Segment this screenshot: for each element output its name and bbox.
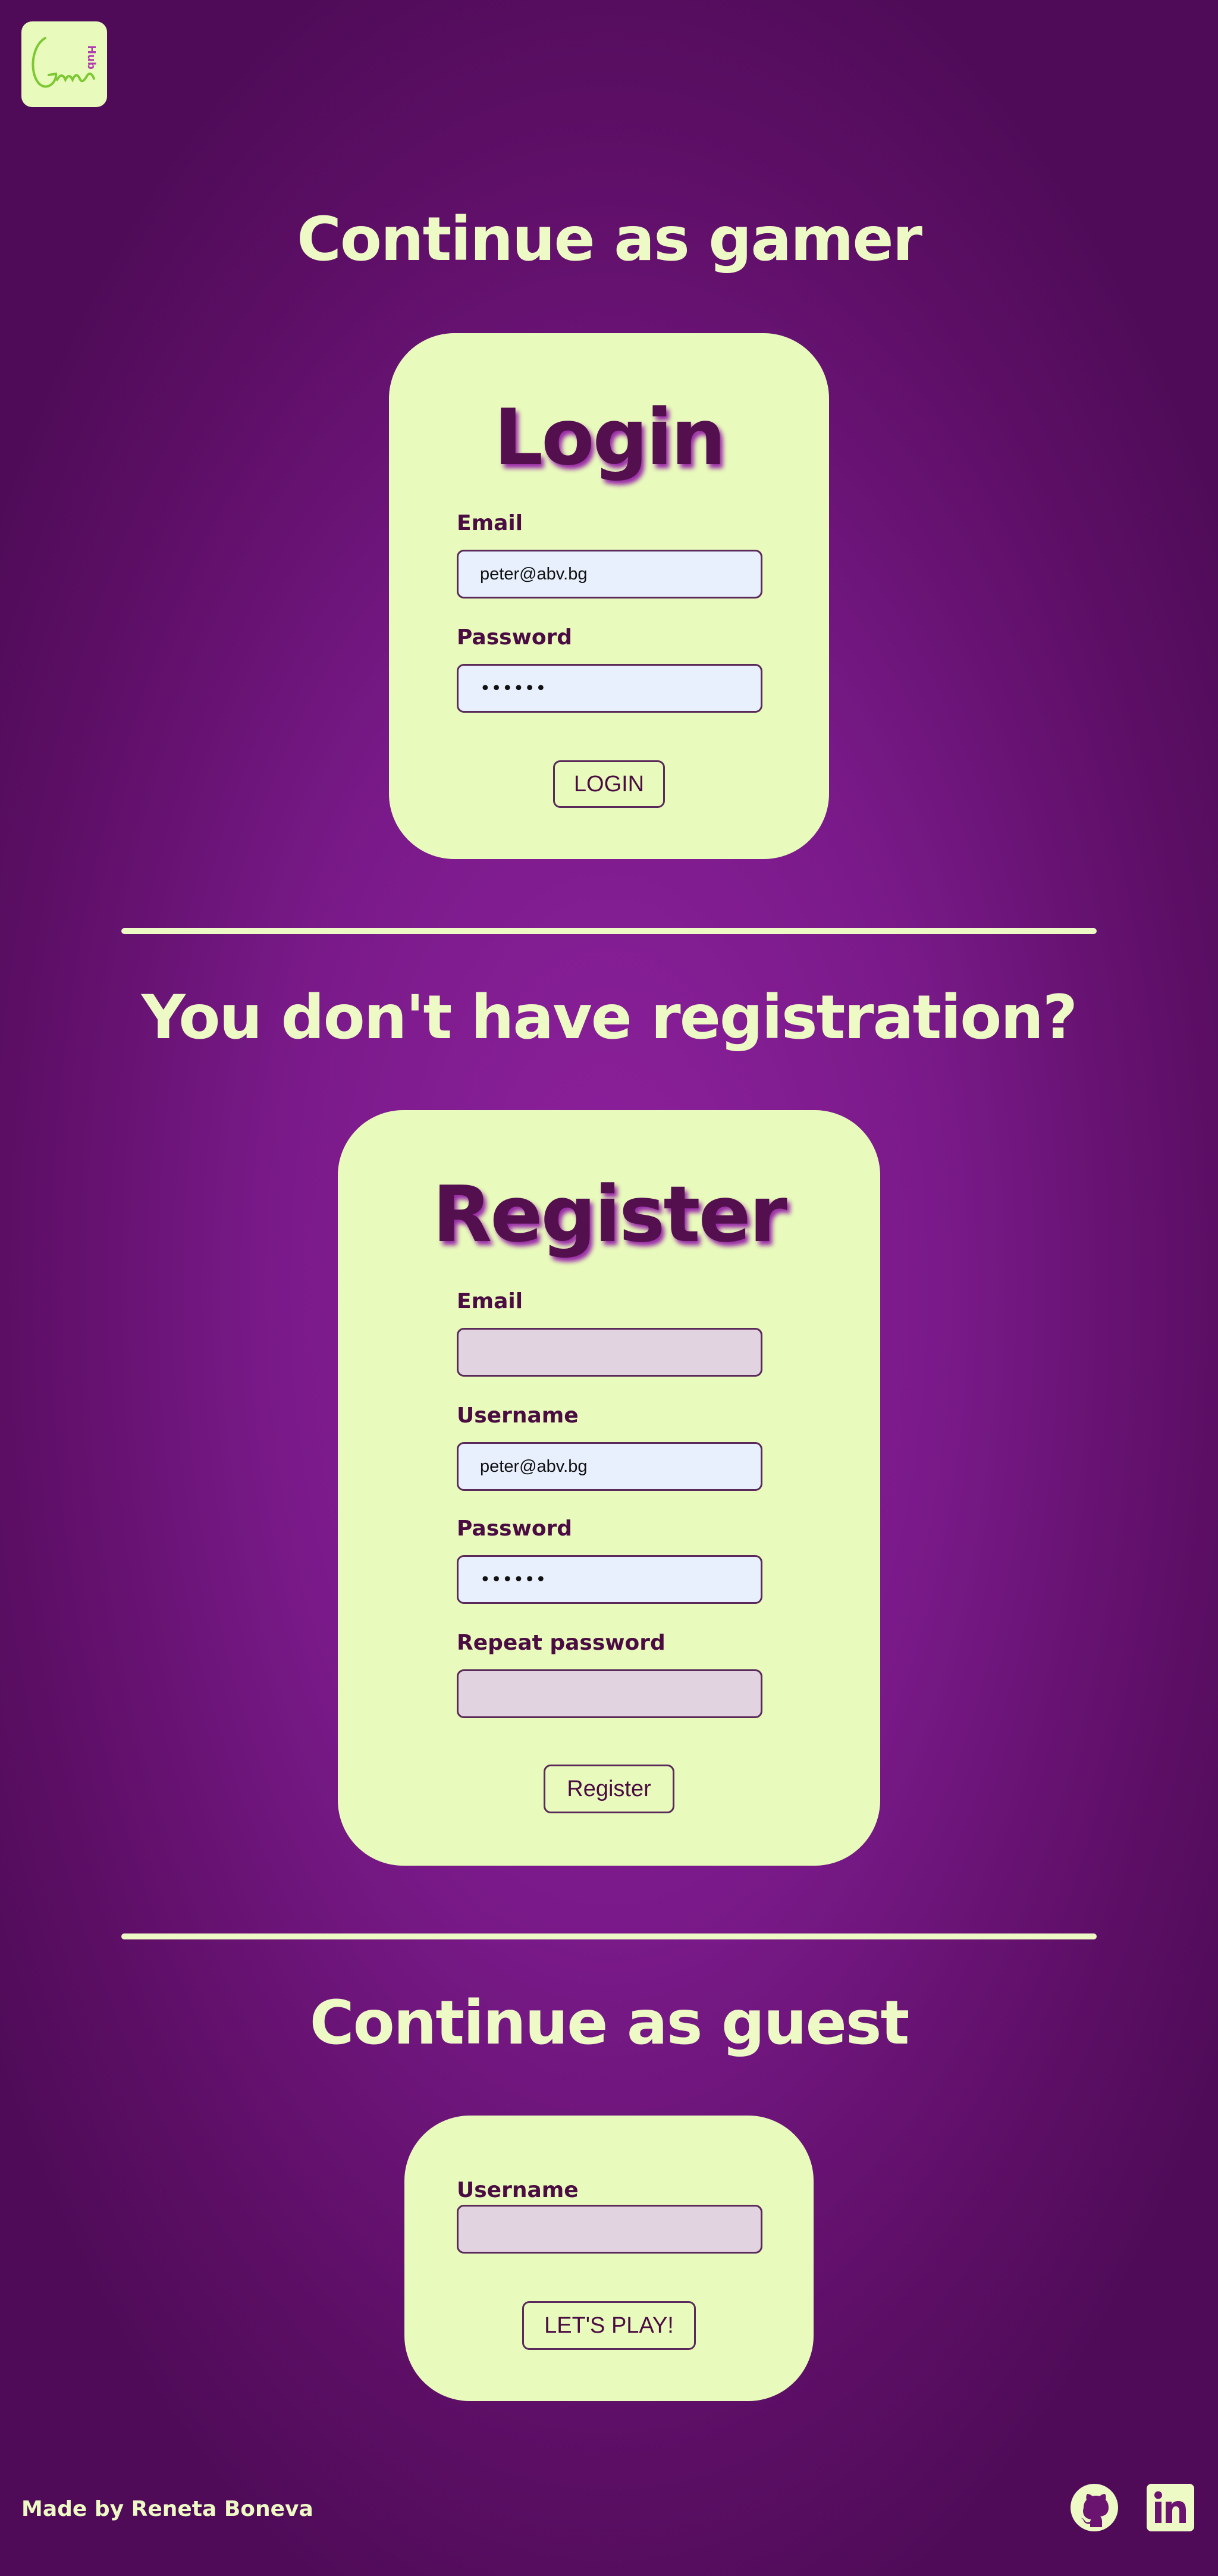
- login-password-label: Password: [457, 625, 573, 650]
- register-password-label: Password: [457, 1516, 573, 1541]
- register-username-label: Username: [457, 1403, 579, 1428]
- github-link[interactable]: [1071, 2484, 1118, 2531]
- login-email-label: Email: [457, 511, 523, 535]
- divider-top: [121, 928, 1097, 934]
- game-hub-logo[interactable]: Hub: [21, 21, 107, 107]
- github-icon: [1071, 2484, 1118, 2531]
- guest-username-input[interactable]: [457, 2205, 762, 2254]
- guest-username-label: Username: [457, 2178, 579, 2202]
- register-title: Register: [432, 1169, 787, 1259]
- register-username-input[interactable]: [457, 1442, 762, 1491]
- svg-text:Hub: Hub: [85, 45, 98, 70]
- register-repeat-password-label: Repeat password: [457, 1631, 665, 1655]
- register-button[interactable]: Register: [544, 1765, 674, 1813]
- linkedin-link[interactable]: [1147, 2484, 1194, 2531]
- register-card: Register Email Username Password Repeat …: [338, 1110, 880, 1866]
- lets-play-button[interactable]: LET'S PLAY!: [522, 2301, 696, 2350]
- register-password-input[interactable]: [457, 1555, 762, 1604]
- login-email-input[interactable]: [457, 550, 762, 598]
- login-button[interactable]: LOGIN: [553, 760, 665, 808]
- register-email-label: Email: [457, 1289, 523, 1314]
- linkedin-icon: [1147, 2484, 1194, 2531]
- footer-credit: Made by Reneta Boneva: [21, 2497, 313, 2521]
- login-password-input[interactable]: [457, 664, 762, 713]
- login-card: Login Email Password LOGIN: [389, 333, 829, 859]
- login-title: Login: [494, 392, 726, 482]
- divider-bottom: [121, 1933, 1097, 1939]
- register-repeat-password-input[interactable]: [457, 1669, 762, 1718]
- logo-icon: Hub: [32, 37, 98, 88]
- continue-as-guest-heading: Continue as guest: [309, 1988, 910, 2058]
- continue-as-gamer-heading: Continue as gamer: [297, 204, 922, 275]
- register-email-input[interactable]: [457, 1328, 762, 1377]
- guest-card: Username LET'S PLAY!: [404, 2116, 814, 2401]
- no-registration-heading: You don't have registration?: [141, 982, 1078, 1053]
